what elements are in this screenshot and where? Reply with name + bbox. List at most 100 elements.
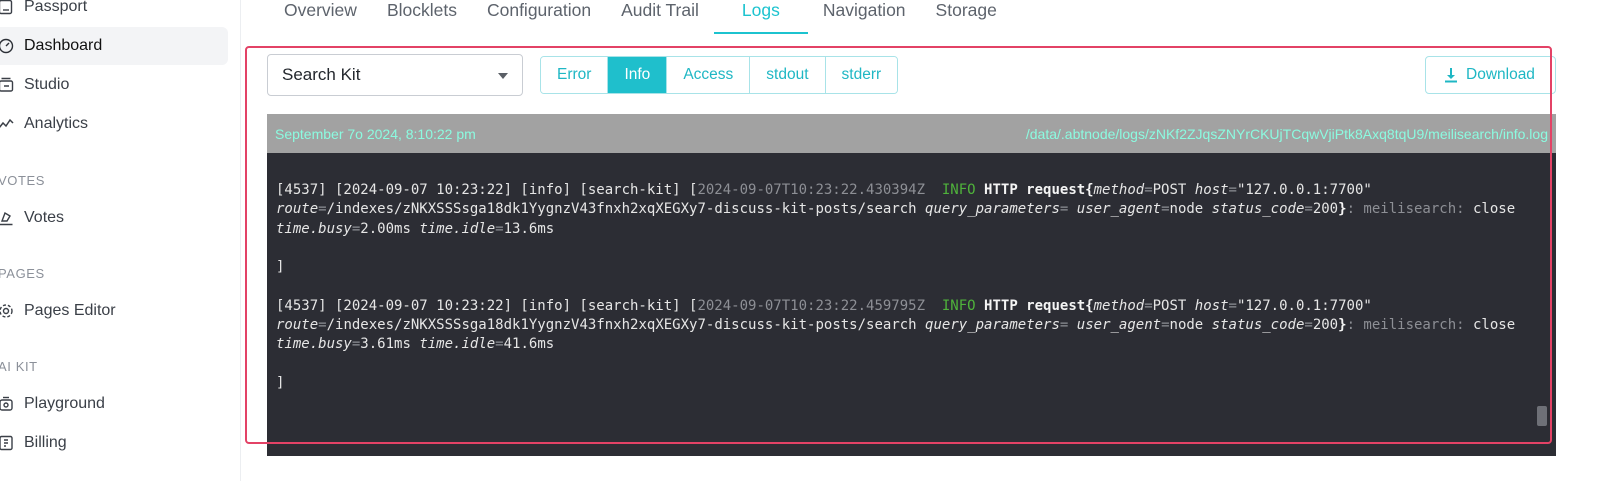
sidebar-item-label: Analytics — [24, 115, 89, 132]
tab-storage[interactable]: Storage — [921, 0, 1012, 34]
blocklet-select[interactable]: Search Kit — [267, 54, 523, 96]
log-scrollbar-thumb[interactable] — [1537, 406, 1547, 426]
sidebar-item-dashboard[interactable]: Dashboard — [0, 27, 228, 65]
log-target: : meilisearch: — [1346, 201, 1465, 218]
gauge-icon — [0, 38, 14, 54]
blocklet-select-value: Search Kit — [282, 65, 361, 84]
vote-icon — [0, 210, 14, 226]
download-icon — [1445, 68, 1457, 83]
log-type-stderr-button[interactable]: stderr — [825, 57, 898, 93]
log-trailer: ] — [276, 374, 285, 391]
log-entry: [4537] [2024-09-07 10:23:22] [info] [sea… — [276, 297, 1546, 393]
sidebar-item-label: Passport — [24, 0, 88, 15]
log-level: INFO — [941, 297, 976, 314]
log-close: close — [1464, 317, 1516, 334]
section-title-pages: PAGES — [0, 266, 45, 281]
billing-icon — [0, 435, 14, 451]
tab-audit-trail[interactable]: Audit Trail — [606, 0, 714, 34]
log-key: query_parameters — [925, 317, 1060, 334]
log-line: route=/indexes/zNKXSSSsga18dk1YygnzV43fn… — [276, 317, 1516, 353]
tab-configuration[interactable]: Configuration — [472, 0, 606, 34]
log-date: September 7o 2024, 8:10:22 pm — [275, 125, 476, 142]
tab-navigation[interactable]: Navigation — [808, 0, 921, 34]
log-close: close — [1464, 201, 1516, 218]
sidebar-item-label: Pages Editor — [24, 302, 116, 319]
log-message: HTTP request{ — [984, 297, 1094, 314]
log-type-toggle: Error Info Access stdout stderr — [540, 56, 899, 94]
section-title-ai-kit: AI KIT — [0, 359, 38, 374]
log-viewer[interactable]: [4537] [2024-09-07 10:23:22] [info] [sea… — [267, 153, 1556, 456]
log-value: 41.6ms — [503, 336, 555, 353]
log-value: /indexes/zNKXSSSsga18dk1YygnzV43fnxh2xqX… — [326, 317, 917, 334]
log-message: HTTP request{ — [984, 182, 1094, 198]
download-button[interactable]: Download — [1425, 56, 1556, 94]
log-value: node — [1169, 201, 1204, 218]
log-brace: } — [1338, 201, 1347, 218]
log-target: : meilisearch: — [1346, 317, 1465, 334]
sidebar-item-label: Dashboard — [24, 37, 103, 54]
gear-icon — [0, 303, 14, 319]
sidebar-item-passport[interactable]: Passport — [0, 0, 228, 26]
log-value: /indexes/zNKXSSSsga18dk1YygnzV43fnxh2xqX… — [326, 201, 917, 218]
log-key: query_parameters — [925, 201, 1060, 218]
log-value: 200 — [1312, 317, 1339, 334]
sidebar-item-billing[interactable]: Billing — [0, 424, 228, 462]
log-key: time.busy — [276, 220, 352, 237]
sidebar-item-analytics[interactable]: Analytics — [0, 105, 228, 143]
log-value: POST — [1152, 182, 1187, 198]
sidebar: Passport Dashboard Studio Analytics VOTE… — [0, 0, 241, 481]
tab-logs[interactable]: Logs — [713, 0, 808, 34]
sidebar-item-label: Studio — [24, 76, 70, 93]
log-value: 2.00ms — [360, 220, 411, 237]
log-key: time.busy — [276, 336, 352, 353]
log-value: 13.6ms — [503, 220, 555, 237]
log-key: host — [1194, 297, 1229, 314]
section-title-votes: VOTES — [0, 173, 46, 188]
chart-line-icon — [0, 116, 14, 132]
log-value: "127.0.0.1:7700" — [1236, 297, 1372, 314]
log-line: [4537] [2024-09-07 10:23:22] [info] [sea… — [276, 297, 1372, 314]
tab-blocklets[interactable]: Blocklets — [372, 0, 472, 34]
sidebar-item-label: Playground — [24, 395, 105, 412]
log-value: 200 — [1312, 201, 1339, 218]
sidebar-item-pages-editor[interactable]: Pages Editor — [0, 292, 228, 330]
log-value: POST — [1152, 297, 1187, 314]
log-key: method — [1093, 182, 1145, 198]
sidebar-item-votes[interactable]: Votes — [0, 199, 228, 237]
log-type-access-button[interactable]: Access — [667, 57, 751, 93]
log-prefix: [4537] [2024-09-07 10:23:22] [info] [sea… — [276, 182, 698, 198]
caret-down-icon — [498, 73, 508, 79]
sidebar-item-playground[interactable]: Playground — [0, 385, 228, 423]
studio-icon — [0, 77, 14, 93]
sidebar-item-label: Votes — [24, 209, 65, 226]
log-key: time.idle — [419, 220, 496, 237]
log-line: route=/indexes/zNKXSSSsga18dk1YygnzV43fn… — [276, 201, 1516, 237]
log-key: user_agent — [1076, 201, 1162, 218]
log-type-info-button[interactable]: Info — [608, 57, 668, 93]
log-type-stdout-button[interactable]: stdout — [750, 57, 826, 93]
log-file-path: /data/.abtnode/logs/zNKf2ZJqsZNYrCKUjTCq… — [1025, 125, 1548, 142]
passport-icon — [0, 0, 14, 15]
log-key: status_code — [1211, 317, 1305, 334]
log-entry: [4537] [2024-09-07 10:23:22] [info] [sea… — [276, 181, 1546, 277]
log-key: status_code — [1211, 201, 1305, 218]
sidebar-item-label: Billing — [24, 434, 67, 451]
log-key: route — [276, 317, 319, 334]
log-key: method — [1093, 297, 1145, 314]
log-key: user_agent — [1076, 317, 1162, 334]
log-type-error-button[interactable]: Error — [541, 57, 609, 93]
log-key: host — [1194, 182, 1229, 198]
log-key: route — [276, 201, 319, 218]
log-level: INFO — [941, 182, 976, 198]
tab-overview[interactable]: Overview — [269, 0, 372, 34]
log-trailer: ] — [276, 259, 285, 276]
tab-bar: Overview Blocklets Configuration Audit T… — [270, 0, 1012, 36]
log-key: time.idle — [419, 336, 496, 353]
log-value: "127.0.0.1:7700" — [1236, 182, 1372, 198]
log-header: September 7o 2024, 8:10:22 pm /data/.abt… — [267, 114, 1556, 153]
playground-icon — [0, 396, 14, 412]
log-value: 3.61ms — [360, 336, 411, 353]
sidebar-item-studio[interactable]: Studio — [0, 66, 228, 104]
log-brace: } — [1338, 317, 1347, 334]
log-line: [4537] [2024-09-07 10:23:22] [info] [sea… — [276, 182, 1372, 198]
